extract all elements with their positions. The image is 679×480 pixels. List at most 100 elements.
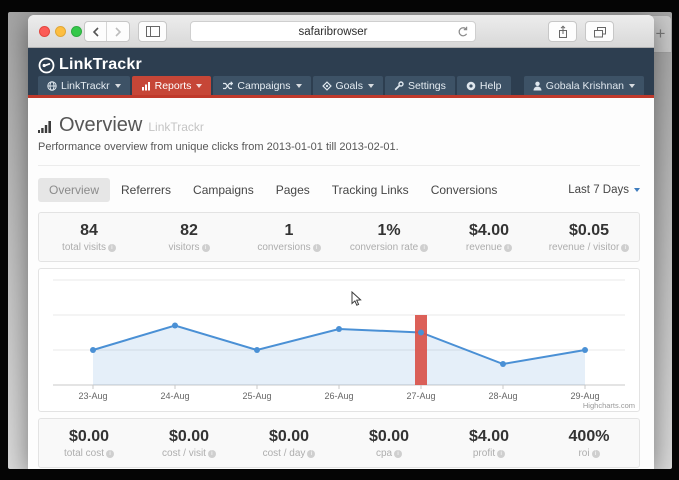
stat-label: conversion rate — [339, 242, 439, 253]
svg-text:27-Aug: 27-Aug — [406, 391, 435, 401]
app-logo-text: LinkTrackr — [59, 56, 142, 74]
tabs-overview-icon — [593, 26, 607, 38]
menu-item-settings[interactable]: Settings — [385, 76, 455, 95]
safari-window: safaribrowser — [28, 15, 654, 469]
info-icon[interactable] — [394, 450, 402, 458]
info-icon[interactable] — [313, 244, 321, 252]
page-content: Overview LinkTrackr Performance overview… — [28, 114, 654, 468]
tab-conversions[interactable]: Conversions — [420, 178, 509, 202]
stat-label: revenue / visitor — [539, 242, 639, 253]
sidebar-toggle-button[interactable] — [138, 21, 167, 42]
stat-total-cost: $0.00 total cost — [39, 428, 139, 459]
svg-text:25-Aug: 25-Aug — [242, 391, 271, 401]
menu-label: Settings — [408, 80, 446, 92]
stat-value: 400% — [539, 428, 639, 446]
menu-item-help[interactable]: Help — [457, 76, 511, 95]
report-tabs: Overview Referrers Campaigns Pages Track… — [38, 177, 640, 202]
stat-conversions: 1 conversions — [239, 222, 339, 253]
info-icon[interactable] — [497, 450, 505, 458]
help-icon — [466, 81, 476, 91]
close-window-button[interactable] — [39, 26, 50, 37]
stat-label: total visits — [39, 242, 139, 253]
stat-label: total cost — [39, 448, 139, 459]
menu-label: Reports — [155, 80, 192, 92]
bar-chart-icon — [141, 81, 151, 91]
chevron-down-icon — [296, 84, 302, 88]
stat-label: profit — [439, 448, 539, 459]
sidebar-icon — [146, 26, 160, 37]
visits-chart: 23-Aug 24-Aug 25-Aug 26-Aug 27-Aug 28-Aug 29-A… — [38, 268, 640, 412]
reload-icon[interactable] — [456, 25, 469, 39]
show-tabs-button[interactable] — [585, 21, 614, 42]
stat-value: 1% — [339, 222, 439, 240]
main-menu: LinkTrackr Reports — [28, 76, 654, 98]
stat-conversion-rate: 1% conversion rate — [339, 222, 439, 253]
app-logo[interactable]: LinkTrackr — [38, 56, 142, 74]
tab-overview[interactable]: Overview — [38, 178, 110, 202]
info-icon[interactable] — [106, 450, 114, 458]
info-icon[interactable] — [108, 244, 116, 252]
address-bar[interactable]: safaribrowser — [190, 21, 476, 42]
menu-item-reports[interactable]: Reports — [132, 76, 212, 95]
date-range-label: Last 7 Days — [568, 184, 629, 196]
info-icon[interactable] — [592, 450, 600, 458]
stats-panel-top: 84 total visits 82 visitors 1 conversion… — [38, 212, 640, 262]
stat-label: cpa — [339, 448, 439, 459]
svg-text:29-Aug: 29-Aug — [570, 391, 599, 401]
stat-label: conversions — [239, 242, 339, 253]
chevron-down-icon — [634, 188, 640, 192]
svg-text:26-Aug: 26-Aug — [324, 391, 353, 401]
stat-label: cost / day — [239, 448, 339, 459]
svg-text:28-Aug: 28-Aug — [488, 391, 517, 401]
stat-cost-visit: $0.00 cost / visit — [139, 428, 239, 459]
divider — [38, 165, 640, 166]
stat-label: roi — [539, 448, 639, 459]
globe-icon — [47, 81, 57, 91]
minimize-window-button[interactable] — [55, 26, 66, 37]
info-icon[interactable] — [202, 244, 210, 252]
chevron-left-icon — [92, 27, 100, 37]
info-icon[interactable] — [621, 244, 629, 252]
stat-visitors: 82 visitors — [139, 222, 239, 253]
info-icon[interactable] — [307, 450, 315, 458]
back-button[interactable] — [85, 22, 107, 41]
tab-campaigns[interactable]: Campaigns — [182, 178, 265, 202]
svg-text:23-Aug: 23-Aug — [78, 391, 107, 401]
menu-item-goals[interactable]: Goals — [313, 76, 383, 95]
menu-label: Help — [480, 80, 502, 92]
info-icon[interactable] — [420, 244, 428, 252]
chevron-right-icon — [114, 27, 122, 37]
svg-text:24-Aug: 24-Aug — [160, 391, 189, 401]
stat-label: revenue — [439, 242, 539, 253]
stat-value: $0.00 — [139, 428, 239, 446]
tab-referrers[interactable]: Referrers — [110, 178, 182, 202]
wrench-icon — [394, 81, 404, 91]
zoom-window-button[interactable] — [71, 26, 82, 37]
page-title-row: Overview LinkTrackr — [38, 114, 640, 137]
stat-value: $4.00 — [439, 222, 539, 240]
menu-item-campaigns[interactable]: Campaigns — [213, 76, 310, 95]
stat-profit: $4.00 profit — [439, 428, 539, 459]
user-menu[interactable]: Gobala Krishnan — [524, 76, 644, 95]
page-subtitle: Performance overview from unique clicks … — [38, 141, 640, 153]
info-icon[interactable] — [208, 450, 216, 458]
mouse-cursor-icon — [351, 291, 363, 307]
forward-button[interactable] — [107, 22, 129, 41]
share-button[interactable] — [548, 21, 577, 42]
date-range-selector[interactable]: Last 7 Days — [568, 184, 640, 196]
stat-revenue: $4.00 revenue — [439, 222, 539, 253]
info-icon[interactable] — [504, 244, 512, 252]
menu-label: Goals — [336, 80, 363, 92]
chevron-down-icon — [368, 84, 374, 88]
history-nav-group — [84, 21, 130, 42]
stat-revenue-visitor: $0.05 revenue / visitor — [539, 222, 639, 253]
menu-item-linktrackr[interactable]: LinkTrackr — [38, 76, 130, 95]
share-icon — [557, 25, 569, 39]
stat-value: $4.00 — [439, 428, 539, 446]
tab-tracking-links[interactable]: Tracking Links — [321, 178, 420, 202]
screenshot-frame: + — [0, 0, 679, 480]
chevron-down-icon — [115, 84, 121, 88]
stat-value: $0.00 — [239, 428, 339, 446]
stat-label: cost / visit — [139, 448, 239, 459]
tab-pages[interactable]: Pages — [265, 178, 321, 202]
